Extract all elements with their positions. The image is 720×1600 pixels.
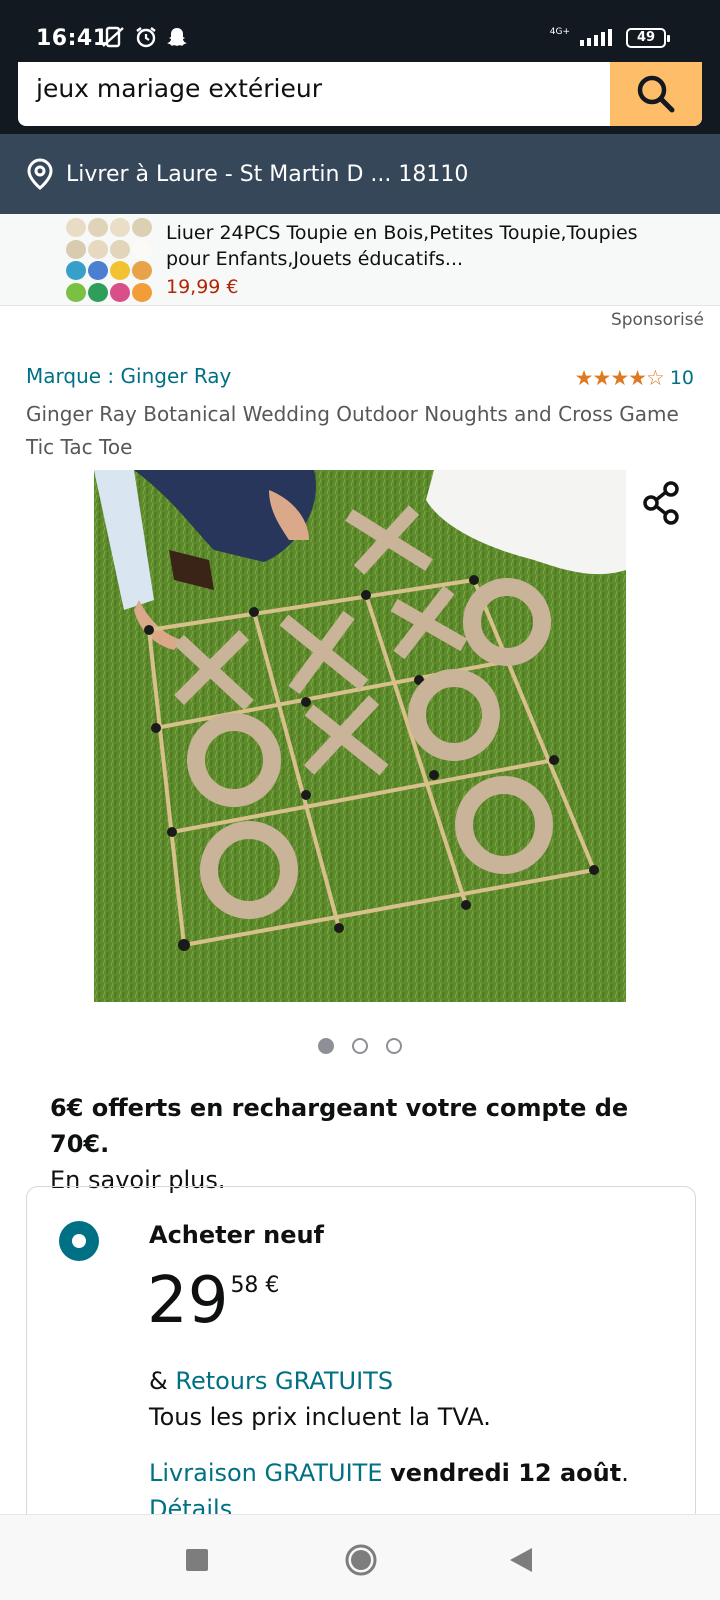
rating-count[interactable]: 10 xyxy=(670,367,694,389)
sponsored-product-image[interactable] xyxy=(66,218,154,302)
star-rating-icon: ★★★★☆ xyxy=(574,366,665,390)
battery-level: 49 xyxy=(636,30,656,45)
pager-dot-1[interactable] xyxy=(318,1038,334,1054)
sponsored-banner[interactable]: Liuer 24PCS Toupie en Bois,Petites Toupi… xyxy=(0,214,720,306)
battery-icon: 49 xyxy=(626,28,670,48)
android-nav-bar xyxy=(0,1514,720,1600)
search-icon xyxy=(637,75,675,113)
brand-link[interactable]: Marque : Ginger Ray xyxy=(26,364,231,388)
network-type: 4G+ xyxy=(549,26,570,37)
rating[interactable]: ★★★★☆ 10 xyxy=(575,366,694,390)
alarm-icon xyxy=(136,27,156,48)
delivery-location-bar[interactable]: Livrer à Laure - St Martin D ... 18110 xyxy=(0,134,720,214)
vibrate-off-icon xyxy=(102,26,124,48)
free-returns-link[interactable]: Retours GRATUITS xyxy=(175,1367,393,1395)
search-input[interactable]: jeux mariage extérieur xyxy=(18,62,702,126)
home-icon[interactable] xyxy=(344,1543,378,1577)
price-whole: 29 xyxy=(147,1264,229,1338)
delivery-line: Livraison GRATUITE vendredi 12 août. xyxy=(149,1455,629,1491)
share-icon[interactable] xyxy=(640,480,684,526)
free-delivery-link[interactable]: Livraison GRATUITE xyxy=(149,1459,383,1487)
promo-text: 6€ offerts en rechargeant votre compte d… xyxy=(50,1094,629,1158)
sponsored-product-title[interactable]: Liuer 24PCS Toupie en Bois,Petites Toupi… xyxy=(166,220,686,272)
pager-dot-2[interactable] xyxy=(352,1038,368,1054)
price-fraction: 58 € xyxy=(230,1273,280,1298)
search-button[interactable] xyxy=(610,62,702,126)
location-pin-icon xyxy=(27,158,53,190)
returns-prefix: & xyxy=(149,1367,176,1395)
search-query[interactable]: jeux mariage extérieur xyxy=(36,74,322,103)
sponsored-label[interactable]: Sponsorisé xyxy=(611,310,704,330)
delivery-suffix: . xyxy=(621,1459,629,1487)
sponsored-product-price: 19,99 € xyxy=(166,276,239,298)
product-title: Ginger Ray Botanical Wedding Outdoor Nou… xyxy=(26,402,679,459)
price: 29 58 € xyxy=(147,1263,279,1339)
search-header: jeux mariage extérieur xyxy=(0,62,720,134)
buy-box: Acheter neuf 29 58 € & Retours GRATUITS … xyxy=(26,1186,696,1546)
status-icons-right: 4G+ 49 xyxy=(549,26,670,48)
snapchat-icon xyxy=(167,28,187,46)
clock: 16:41 xyxy=(36,26,109,51)
signal-icon xyxy=(580,29,612,46)
status-icons-left xyxy=(100,25,188,49)
pager-dot-3[interactable] xyxy=(386,1038,402,1054)
back-icon[interactable] xyxy=(508,1546,534,1574)
delivery-date: vendredi 12 août xyxy=(390,1459,622,1487)
image-pager[interactable] xyxy=(318,1038,402,1054)
recent-apps-icon[interactable] xyxy=(186,1549,208,1571)
buy-new-radio[interactable] xyxy=(59,1221,99,1261)
product-image[interactable] xyxy=(94,470,626,1002)
returns-line: & Retours GRATUITS xyxy=(149,1363,393,1399)
delivery-address[interactable]: Livrer à Laure - St Martin D ... 18110 xyxy=(66,162,468,187)
tva-note: Tous les prix incluent la TVA. xyxy=(149,1403,491,1431)
buy-new-label[interactable]: Acheter neuf xyxy=(149,1221,324,1249)
promo-message: 6€ offerts en rechargeant votre compte d… xyxy=(50,1090,690,1198)
status-bar: 16:41 4G+ 49 xyxy=(0,0,720,62)
